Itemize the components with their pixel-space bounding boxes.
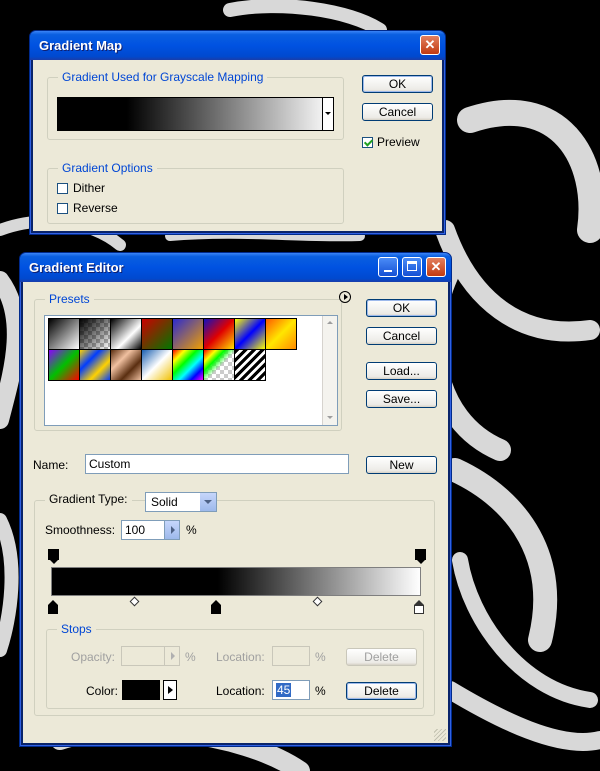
save-button[interactable]: Save... xyxy=(366,390,437,408)
presets-menu-icon[interactable] xyxy=(339,291,351,303)
smoothness-unit: % xyxy=(186,523,197,537)
cancel-button[interactable]: Cancel xyxy=(362,103,433,121)
preset-10[interactable] xyxy=(79,349,111,381)
maximize-icon[interactable] xyxy=(402,257,422,277)
midpoint-diamond-left[interactable] xyxy=(129,596,140,607)
preset-2[interactable] xyxy=(79,318,111,350)
presets-group: Presets xyxy=(34,291,351,431)
close-icon[interactable]: ✕ xyxy=(420,35,440,55)
color-label: Color: xyxy=(86,684,119,698)
gradient-map-dialog: Gradient Map ✕ Gradient Used for Graysca… xyxy=(29,30,446,235)
color-location-value: 45 xyxy=(276,683,292,697)
color-delete-button[interactable]: Delete xyxy=(346,682,417,700)
new-button[interactable]: New xyxy=(366,456,437,474)
gradient-map-title: Gradient Map xyxy=(39,38,123,53)
name-label: Name: xyxy=(33,458,69,472)
color-location-unit: % xyxy=(315,684,326,698)
gradient-editor-dialog: Gradient Editor ✕ Presets OK Cancel Load… xyxy=(19,252,452,747)
preview-checkbox[interactable] xyxy=(362,137,373,148)
opacity-stepper-arrow xyxy=(164,646,180,666)
mapping-group: Gradient Used for Grayscale Mapping xyxy=(47,70,344,140)
gradient-type-select[interactable]: Solid xyxy=(145,492,217,512)
resize-grip-icon[interactable] xyxy=(434,729,446,741)
gradient-preview-dropdown[interactable] xyxy=(57,97,334,131)
dither-checkbox[interactable] xyxy=(57,183,68,194)
color-location-input[interactable]: 45 xyxy=(272,680,310,700)
opacity-label: Opacity: xyxy=(71,650,116,664)
gradient-editor-title: Gradient Editor xyxy=(29,260,124,275)
color-menu-arrow[interactable] xyxy=(163,680,177,700)
chevron-right-icon xyxy=(168,686,173,694)
color-swatch[interactable] xyxy=(122,680,160,700)
opacity-location-input xyxy=(272,646,310,666)
options-group-label: Gradient Options xyxy=(58,161,157,175)
gradient-editor-client: Presets OK Cancel Load... Save... Name: … xyxy=(23,282,448,743)
midpoint-diamond-right[interactable] xyxy=(312,596,323,607)
preset-11[interactable] xyxy=(110,349,142,381)
opacity-delete-button: Delete xyxy=(346,648,417,666)
smoothness-input[interactable]: 100 xyxy=(121,520,165,540)
gradient-type-value: Solid xyxy=(151,495,178,509)
reverse-checkbox[interactable] xyxy=(57,203,68,214)
opacity-location-unit: % xyxy=(315,650,326,664)
cancel-button[interactable]: Cancel xyxy=(366,327,437,345)
name-input[interactable]: Custom xyxy=(85,454,349,474)
preset-15[interactable] xyxy=(234,349,266,381)
close-icon[interactable]: ✕ xyxy=(426,257,446,277)
chevron-down-icon[interactable] xyxy=(199,493,216,511)
scroll-up-icon[interactable] xyxy=(327,321,333,324)
gradient-map-titlebar[interactable]: Gradient Map ✕ xyxy=(30,31,445,60)
chevron-down-icon xyxy=(325,112,331,115)
presets-scrollbar[interactable] xyxy=(322,316,337,425)
ok-button[interactable]: OK xyxy=(362,75,433,93)
preset-14[interactable] xyxy=(203,349,235,381)
stops-group: Stops Opacity: % Location: % Delete Colo… xyxy=(46,622,424,709)
scroll-down-icon[interactable] xyxy=(327,416,333,419)
color-location-label: Location: xyxy=(216,684,265,698)
stops-label: Stops xyxy=(57,622,96,636)
opacity-input xyxy=(121,646,165,666)
preset-12[interactable] xyxy=(141,349,173,381)
gradient-type-group: Gradient Type: Solid Smoothness: 100 % S… xyxy=(34,492,435,716)
reverse-label: Reverse xyxy=(73,201,118,215)
preset-13[interactable] xyxy=(172,349,204,381)
gradient-bar[interactable] xyxy=(51,567,421,596)
preset-8[interactable] xyxy=(265,318,297,350)
gradient-map-client: Gradient Used for Grayscale Mapping Grad… xyxy=(33,60,442,231)
preview-label: Preview xyxy=(377,135,420,149)
preset-1[interactable] xyxy=(48,318,80,350)
preset-5[interactable] xyxy=(172,318,204,350)
presets-list[interactable] xyxy=(44,315,338,426)
dropdown-arrow-button[interactable] xyxy=(322,98,333,130)
smoothness-label: Smoothness: xyxy=(45,523,116,537)
preset-7[interactable] xyxy=(234,318,266,350)
opacity-location-label: Location: xyxy=(216,650,265,664)
preset-9[interactable] xyxy=(48,349,80,381)
gradient-type-label: Gradient Type: xyxy=(45,492,132,506)
preset-3[interactable] xyxy=(110,318,142,350)
smoothness-stepper-arrow[interactable] xyxy=(164,520,180,540)
gradient-editor-titlebar[interactable]: Gradient Editor ✕ xyxy=(20,253,451,282)
opacity-unit: % xyxy=(185,650,196,664)
presets-label: Presets xyxy=(45,292,94,306)
load-button[interactable]: Load... xyxy=(366,362,437,380)
options-group: Gradient Options Dither Reverse xyxy=(47,161,344,224)
preset-6[interactable] xyxy=(203,318,235,350)
mapping-group-label: Gradient Used for Grayscale Mapping xyxy=(58,70,268,84)
minimize-icon[interactable] xyxy=(378,257,398,277)
preset-4[interactable] xyxy=(141,318,173,350)
ok-button[interactable]: OK xyxy=(366,299,437,317)
dither-label: Dither xyxy=(73,181,106,195)
